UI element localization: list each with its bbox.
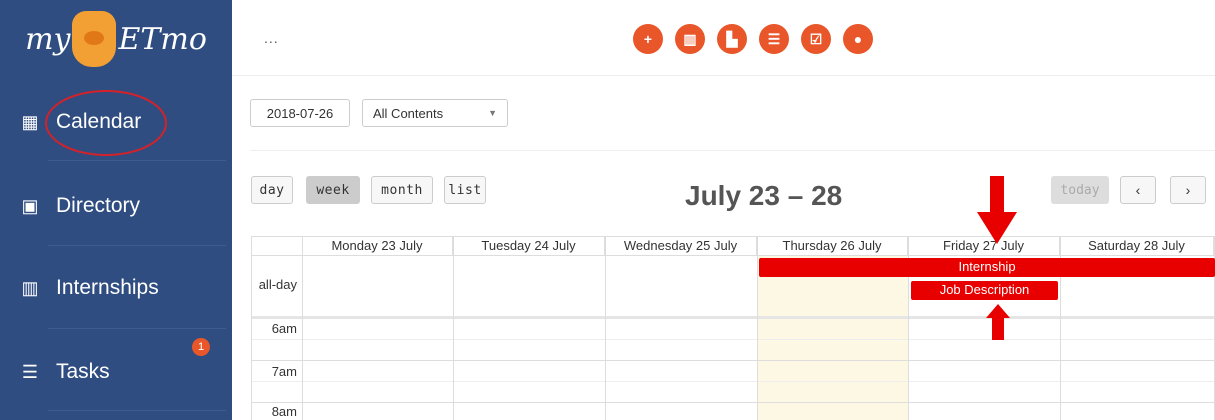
content-select-value: All Contents [373, 105, 444, 121]
day-header-wednesday: Wednesday 25 July [605, 236, 757, 255]
allday-label: all-day [258, 277, 297, 292]
sidebar-item-tasks[interactable]: ☰ Tasks 1 [0, 338, 232, 394]
chevron-down-icon: ▼ [488, 108, 497, 118]
building-icon: ▥ [21, 277, 39, 298]
view-day-button[interactable]: day [251, 176, 293, 204]
event-internship[interactable]: Internship [759, 258, 1215, 277]
add-user-icon[interactable]: + [633, 24, 663, 54]
calendar-check-icon[interactable]: ☑ [801, 24, 831, 54]
topbar-icons: + ▥ ▙ ☰ ☑ ● [633, 24, 873, 54]
view-week-button[interactable]: week [306, 176, 360, 204]
content-select[interactable]: All Contents ▼ [362, 99, 508, 127]
annotation-circle [45, 90, 167, 156]
sidebar-item-label: Tasks [56, 360, 110, 383]
grid-line [605, 236, 606, 420]
list-icon[interactable]: ☰ [759, 24, 789, 54]
more-menu[interactable]: ... [264, 30, 279, 46]
day-header-monday: Monday 23 July [302, 236, 453, 255]
annotation-arrow-down [977, 176, 1017, 244]
grid-line [251, 381, 1215, 382]
globe-icon[interactable]: ● [843, 24, 873, 54]
factory-icon[interactable]: ▙ [717, 24, 747, 54]
annotation-arrow-up [986, 304, 1010, 340]
view-list-button[interactable]: list [444, 176, 486, 204]
divider [250, 150, 1215, 151]
day-header-thursday: Thursday 26 July [757, 236, 908, 255]
sidebar-item-internships[interactable]: ▥ Internships [0, 266, 232, 310]
grid-line [251, 255, 1215, 256]
tasks-badge: 1 [192, 338, 210, 356]
time-label: 6am [271, 321, 297, 336]
calendar-title: July 23 – 28 [685, 180, 843, 211]
sidebar-divider [48, 410, 226, 411]
day-header-tuesday: Tuesday 24 July [453, 236, 605, 255]
date-input[interactable]: 2018-07-26 [250, 99, 350, 127]
today-column-highlight [757, 256, 908, 420]
calendar-grid: Monday 23 July Tuesday 24 July Wednesday… [251, 236, 1215, 420]
app-logo[interactable]: my ETmo [0, 0, 232, 78]
victory-hand-icon [72, 11, 117, 67]
grid-line [251, 339, 1215, 340]
grid-line [302, 236, 303, 420]
prev-button[interactable]: ‹ [1120, 176, 1156, 204]
sidebar-item-label: Internships [56, 276, 159, 299]
sidebar-item-directory[interactable]: ▣ Directory [0, 184, 232, 228]
event-job-description[interactable]: Job Description [911, 281, 1058, 300]
contact-card-icon: ▣ [21, 195, 39, 216]
view-month-button[interactable]: month [371, 176, 433, 204]
grid-line [251, 316, 1215, 319]
sidebar-item-label: Directory [56, 194, 141, 217]
time-label: 8am [271, 404, 297, 419]
grid-line [453, 236, 454, 420]
grid-line [251, 402, 1215, 403]
sidebar-divider [48, 160, 226, 161]
grid-line [251, 360, 1215, 361]
time-label: 7am [271, 364, 297, 379]
list-icon: ☰ [21, 361, 39, 382]
day-header-saturday: Saturday 28 July [1060, 236, 1214, 255]
sidebar: my ETmo ▦ Calendar ▣ Directory ▥ Internsh… [0, 0, 232, 420]
calendar-icon: ▦ [21, 111, 39, 132]
topbar: ... + ▥ ▙ ☰ ☑ ● [232, 0, 1215, 76]
grid-line [757, 236, 758, 420]
sidebar-divider [48, 328, 226, 329]
sidebar-divider [48, 245, 226, 246]
next-button[interactable]: › [1170, 176, 1206, 204]
building-icon[interactable]: ▥ [675, 24, 705, 54]
today-button[interactable]: today [1051, 176, 1109, 204]
